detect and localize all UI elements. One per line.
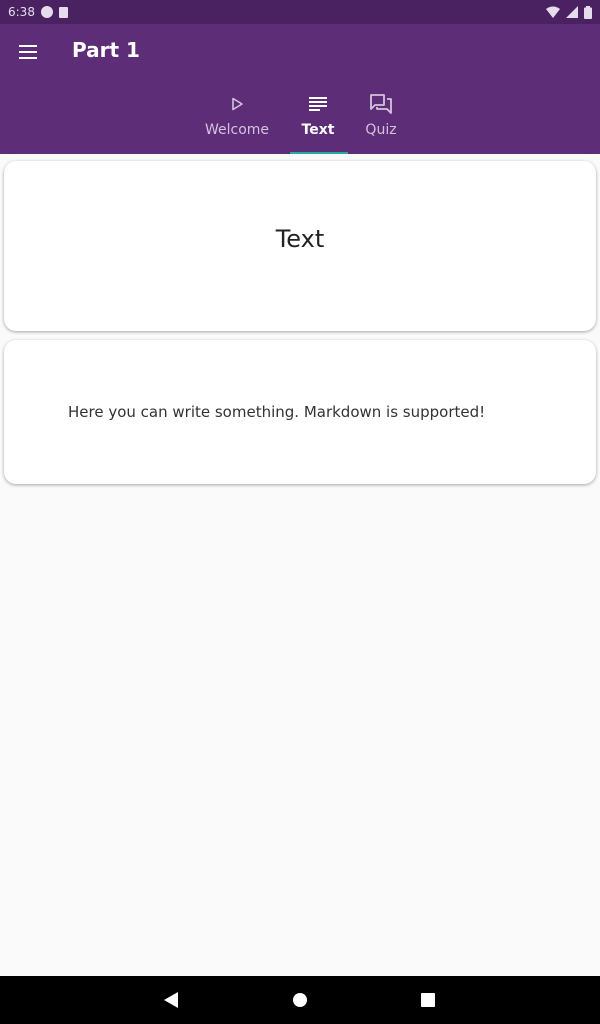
tab-label: Welcome	[204, 122, 270, 138]
title-card: Text	[4, 161, 596, 331]
status-bar: 6:38	[0, 0, 600, 24]
page-title: Part 1	[72, 38, 140, 62]
home-button[interactable]	[288, 988, 312, 1012]
data-saver-icon	[40, 6, 53, 18]
app-bar: Part 1 Welcome Text Quiz	[0, 24, 600, 154]
menu-button[interactable]	[12, 36, 44, 68]
card-text: Here you can write something. Markdown i…	[68, 403, 486, 421]
recents-button[interactable]	[416, 988, 440, 1012]
tab-bar: Welcome Text Quiz	[0, 80, 600, 154]
tab-label: Text	[301, 122, 335, 138]
notes-icon	[309, 92, 327, 116]
recents-icon	[421, 993, 435, 1007]
tab-welcome[interactable]: Welcome	[201, 80, 273, 154]
back-button[interactable]	[159, 988, 183, 1012]
play-icon	[230, 92, 244, 116]
tab-quiz[interactable]: Quiz	[360, 80, 402, 154]
status-right	[546, 5, 592, 19]
status-time: 6:38	[8, 5, 35, 19]
status-left: 6:38	[8, 5, 68, 19]
wifi-icon	[546, 6, 560, 18]
tab-label: Quiz	[365, 122, 397, 138]
tab-indicator	[290, 152, 348, 154]
tab-text[interactable]: Text	[296, 80, 340, 154]
hamburger-menu-icon	[19, 45, 37, 59]
sd-card-icon	[58, 6, 68, 18]
forum-icon	[370, 92, 392, 116]
card-title: Text	[275, 225, 325, 253]
signal-icon	[566, 6, 578, 18]
back-icon	[164, 992, 178, 1008]
battery-icon	[584, 5, 592, 19]
home-icon	[293, 993, 307, 1007]
system-nav-bar	[0, 976, 600, 1024]
content-card: Here you can write something. Markdown i…	[4, 340, 596, 484]
